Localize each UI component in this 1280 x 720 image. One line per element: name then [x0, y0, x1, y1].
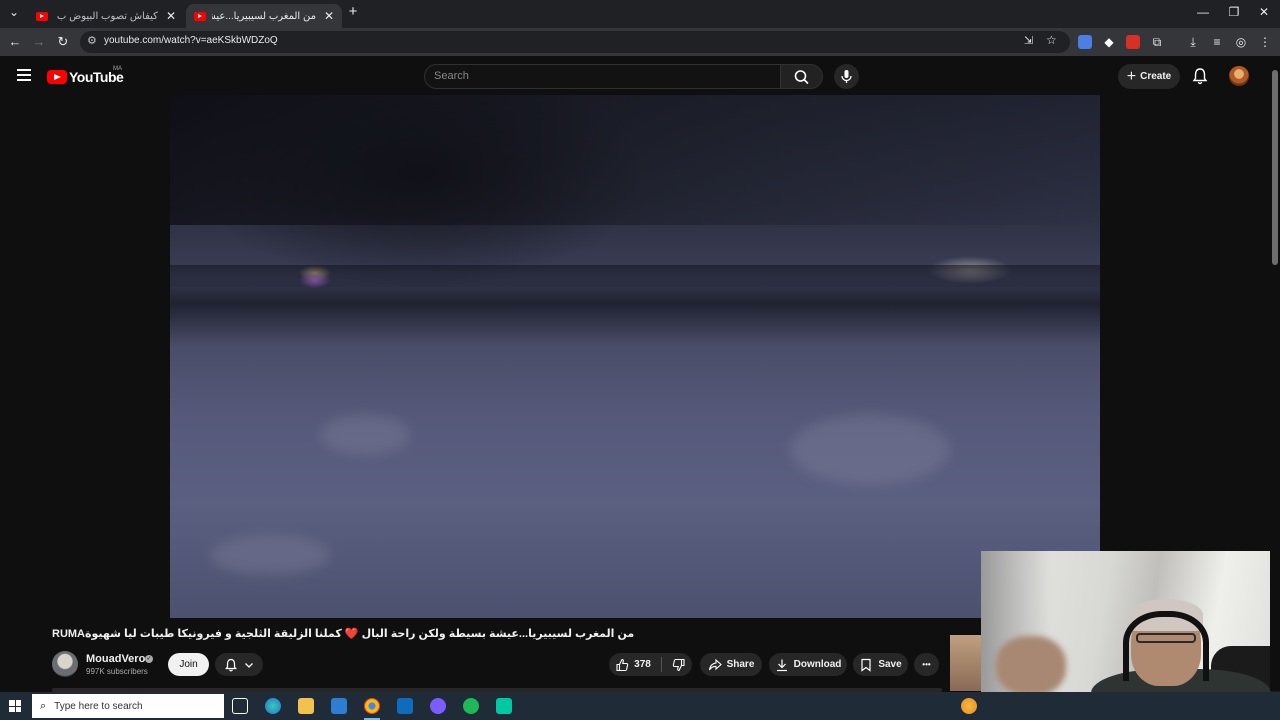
- back-arrow-icon[interactable]: ←: [7, 34, 23, 49]
- webcam-glasses: [1136, 633, 1196, 643]
- channel-name[interactable]: MouadVero: [86, 653, 145, 665]
- whatsapp-app-icon[interactable]: [496, 698, 512, 714]
- youtube-play-icon: [47, 70, 67, 84]
- chevron-down-icon: [245, 662, 253, 668]
- translate-extension-icon[interactable]: [1078, 35, 1092, 49]
- extensions-puzzle-icon[interactable]: ⧉: [1150, 35, 1164, 49]
- file-explorer-icon[interactable]: [298, 698, 314, 714]
- notifications-bell-icon[interactable]: [1191, 67, 1209, 85]
- site-info-icon[interactable]: ⚙: [87, 34, 97, 47]
- window-close-button[interactable]: ✕: [1254, 5, 1274, 19]
- messenger-app-icon[interactable]: [430, 698, 446, 714]
- url-text[interactable]: youtube.com/watch?v=aeKSkbWDZoQ: [104, 35, 278, 46]
- restore-button[interactable]: ❐: [1224, 5, 1244, 19]
- country-code: MA: [113, 66, 122, 72]
- save-button[interactable]: Save: [853, 653, 908, 676]
- microphone-icon: [841, 70, 852, 83]
- save-playlist-icon: [861, 658, 871, 672]
- subscriber-count: 997K subscribers: [86, 667, 148, 676]
- plus-icon: +: [1126, 67, 1137, 85]
- profile-icon[interactable]: ◎: [1234, 35, 1248, 49]
- taskbar-search-placeholder: Type here to search: [54, 700, 143, 712]
- install-app-icon[interactable]: ⇲: [1024, 34, 1033, 47]
- media-controls-icon[interactable]: ≡: [1210, 35, 1224, 49]
- share-label: Share: [726, 659, 755, 670]
- tab-search-chevron-icon[interactable]: ⌄: [4, 5, 24, 19]
- video-frame-snow: [210, 535, 330, 575]
- edge-browser-icon[interactable]: [265, 698, 281, 714]
- youtube-logo[interactable]: YouTube MA: [47, 66, 124, 85]
- tab-close-icon[interactable]: ✕: [324, 9, 334, 23]
- weather-widget-icon[interactable]: [961, 698, 977, 714]
- suggested-video-thumbnail[interactable]: [950, 635, 981, 691]
- microsoft-store-icon[interactable]: [331, 698, 347, 714]
- bell-icon: [225, 658, 237, 671]
- browser-tab-strip: ⌄ كيفاش تصوب البيوض ب الاعشاب ✕ من المغر…: [0, 0, 1280, 28]
- task-view-icon[interactable]: [232, 698, 248, 714]
- download-arrow-icon: [776, 659, 787, 671]
- downloads-icon[interactable]: ⤓: [1186, 35, 1200, 49]
- red-extension-icon[interactable]: [1126, 35, 1140, 49]
- like-separator: [660, 657, 662, 672]
- video-title: RUMAمن المغرب لسيبيريا...عيشة بسيطة ولكن…: [52, 628, 635, 640]
- magnifier-icon: ⌕: [40, 699, 47, 712]
- reload-icon[interactable]: ↻: [55, 34, 71, 50]
- spotify-icon[interactable]: [463, 698, 479, 714]
- browser-menu-icon[interactable]: ⋮: [1258, 35, 1272, 49]
- browser-tab-2[interactable]: من المغرب لسيبيريا...عيشة ب ✕: [186, 4, 342, 28]
- webcam-hand: [996, 636, 1066, 696]
- video-frame-snow: [320, 415, 410, 455]
- youtube-favicon-icon: [194, 11, 206, 21]
- thumbs-down-icon[interactable]: [672, 658, 686, 672]
- webcam-headset: [1123, 611, 1209, 681]
- diamond-extension-icon[interactable]: ◆: [1102, 35, 1116, 49]
- video-frame-horizon: [170, 265, 1100, 287]
- search-button[interactable]: [781, 64, 823, 89]
- browser-tab-1[interactable]: كيفاش تصوب البيوض ب الاعشاب ✕: [28, 4, 184, 28]
- search-input[interactable]: [434, 70, 754, 82]
- search-box[interactable]: [424, 64, 781, 89]
- more-actions-button[interactable]: •••: [914, 653, 939, 676]
- download-label: Download: [793, 659, 842, 670]
- share-button[interactable]: Share: [700, 653, 762, 676]
- save-label: Save: [878, 659, 902, 670]
- tab-title: من المغرب لسيبيريا...عيشة ب: [212, 10, 316, 22]
- new-tab-button[interactable]: +: [343, 3, 363, 20]
- account-avatar[interactable]: [1229, 66, 1249, 86]
- video-frame-snow: [790, 415, 950, 485]
- video-player[interactable]: [170, 95, 1100, 618]
- forward-arrow-icon[interactable]: →: [31, 34, 47, 49]
- share-arrow-icon: [708, 658, 722, 670]
- mail-app-icon[interactable]: [397, 698, 413, 714]
- bookmark-star-icon[interactable]: ☆: [1046, 33, 1057, 47]
- youtube-header: YouTube MA + Create: [0, 56, 1280, 96]
- like-count[interactable]: 378: [634, 659, 651, 670]
- channel-avatar[interactable]: [52, 651, 78, 677]
- youtube-favicon-icon: [36, 11, 48, 21]
- chrome-icon[interactable]: [364, 698, 380, 714]
- taskbar-search-box[interactable]: ⌕ Type here to search: [32, 694, 224, 718]
- verified-badge-icon: ✓: [145, 655, 153, 663]
- browser-toolbar: ← → ↻ ⚙ youtube.com/watch?v=aeKSkbWDZoQ …: [0, 28, 1280, 56]
- join-button[interactable]: Join: [168, 653, 209, 676]
- minimize-button[interactable]: —: [1193, 5, 1213, 19]
- thumbs-up-icon[interactable]: [615, 658, 629, 672]
- download-button[interactable]: Download: [769, 653, 847, 676]
- tab-close-icon[interactable]: ✕: [166, 9, 176, 23]
- voice-search-button[interactable]: [834, 64, 859, 89]
- page-scrollbar-thumb[interactable]: [1272, 70, 1278, 265]
- menu-hamburger-icon[interactable]: [17, 69, 31, 81]
- create-label: Create: [1140, 71, 1172, 82]
- search-icon: [794, 70, 809, 85]
- notification-settings-button[interactable]: [215, 653, 263, 676]
- tab-title: كيفاش تصوب البيوض ب الاعشاب: [54, 10, 158, 22]
- like-dislike-group: 378: [609, 653, 692, 676]
- address-bar[interactable]: ⚙ youtube.com/watch?v=aeKSkbWDZoQ ⇲ ☆: [80, 31, 1070, 53]
- create-button[interactable]: + Create: [1118, 64, 1180, 89]
- windows-start-icon[interactable]: [9, 700, 21, 712]
- windows-taskbar: ⌕ Type here to search: [0, 692, 1280, 720]
